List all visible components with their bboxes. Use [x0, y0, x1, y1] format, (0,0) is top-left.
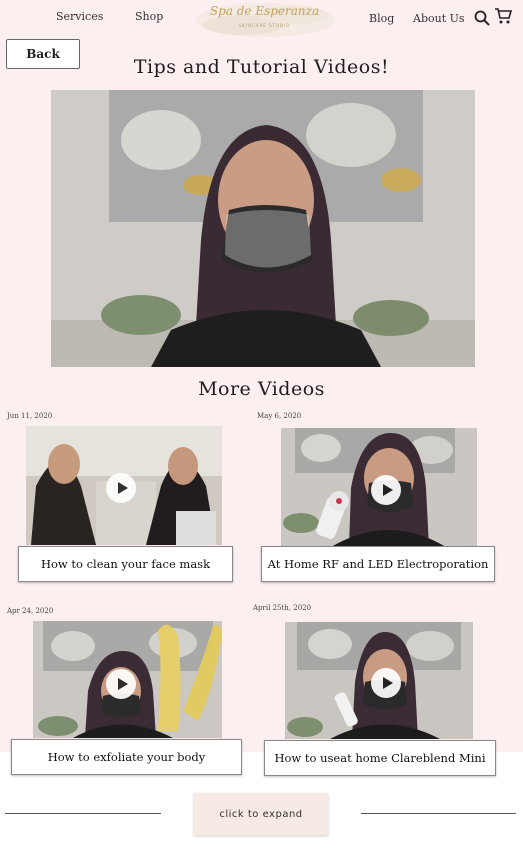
- play-icon[interactable]: [106, 473, 136, 503]
- page-title: Tips and Tutorial Videos!: [133, 56, 390, 78]
- cart-icon[interactable]: [494, 7, 513, 29]
- nav-services[interactable]: Services: [56, 10, 103, 23]
- divider-right: [361, 813, 516, 814]
- video-title-button[interactable]: How to clean your face mask: [18, 546, 233, 582]
- video-thumbnail[interactable]: [281, 428, 477, 547]
- logo[interactable]: Spa de Esperanza SKINCARE STUDIO: [193, 0, 336, 40]
- nav-blog[interactable]: Blog: [369, 12, 394, 25]
- video-thumbnail[interactable]: [33, 621, 222, 738]
- play-icon[interactable]: [106, 669, 136, 699]
- video-thumbnail[interactable]: [285, 622, 473, 739]
- logo-subtext: SKINCARE STUDIO: [238, 23, 291, 28]
- video-title-button[interactable]: How to exfoliate your body: [11, 739, 242, 775]
- more-videos-heading: More Videos: [198, 378, 325, 400]
- featured-video[interactable]: [51, 90, 475, 367]
- divider-left: [5, 813, 161, 814]
- expand-button[interactable]: click to expand: [194, 793, 328, 835]
- video-title-button[interactable]: At Home RF and LED Electroporation: [261, 546, 495, 582]
- search-icon[interactable]: [474, 10, 490, 30]
- video-date: Apr 24, 2020: [7, 607, 54, 615]
- video-title-button[interactable]: How to useat home Clareblend Mini: [264, 740, 496, 776]
- play-icon[interactable]: [371, 475, 401, 505]
- nav-about-us[interactable]: About Us: [413, 12, 465, 25]
- video-thumbnail[interactable]: [26, 426, 222, 545]
- play-icon[interactable]: [371, 668, 401, 698]
- video-date: Jun 11, 2020: [7, 412, 53, 420]
- nav-shop[interactable]: Shop: [135, 10, 163, 23]
- video-date: April 25th, 2020: [253, 604, 312, 612]
- video-date: May 6, 2020: [257, 412, 302, 420]
- logo-text: Spa de Esperanza: [209, 4, 320, 18]
